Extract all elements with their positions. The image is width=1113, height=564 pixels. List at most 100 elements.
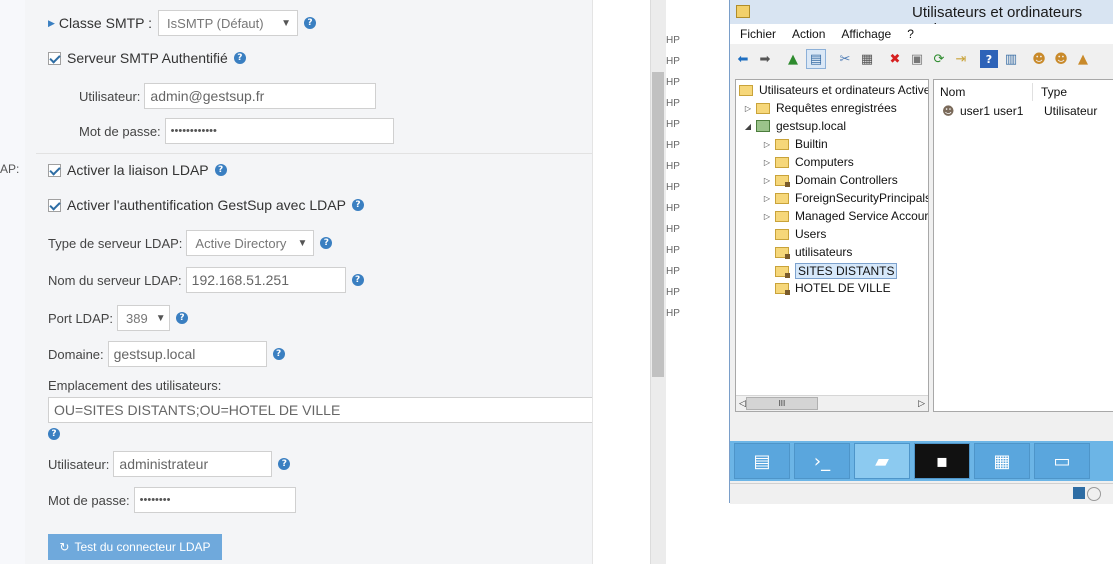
menu-action[interactable]: Action — [792, 27, 825, 41]
tree-item-computers[interactable]: ▷ Computers — [763, 155, 854, 169]
expand-icon[interactable]: ▷ — [744, 104, 752, 113]
ldap-type-select[interactable]: Active Directory ▼ — [186, 230, 315, 256]
properties-icon[interactable]: ▣ — [908, 50, 926, 68]
smtp-class-select[interactable]: IsSMTP (Défaut) ▼ — [158, 10, 299, 36]
menu-fichier[interactable]: Fichier — [740, 27, 776, 41]
ldap-domain-row: Domaine: gestsup.local ? — [48, 341, 285, 367]
menu-affichage[interactable]: Affichage — [841, 27, 891, 41]
tray-icon[interactable] — [1073, 487, 1085, 499]
ad-users-icon[interactable]: ▰ — [854, 443, 910, 479]
ldap-user-value: administrateur — [119, 456, 209, 472]
group-icon[interactable]: ▲ — [1074, 50, 1092, 68]
tree-hscroll-thumb[interactable]: III — [745, 397, 818, 410]
help-icon[interactable]: ? — [214, 164, 227, 176]
tree-hscrollbar[interactable]: ◁ III ▷ — [736, 395, 928, 411]
users-icon[interactable]: ☻ — [1052, 50, 1070, 68]
expand-icon[interactable]: ▷ — [763, 158, 771, 167]
back-icon[interactable]: ⬅ — [734, 50, 752, 68]
clipboard-icon[interactable]: ▦ — [858, 50, 876, 68]
refresh-icon[interactable]: ⟳ — [930, 50, 948, 68]
tree-item-managed-service-accounts[interactable]: ▷ Managed Service Accour — [763, 209, 928, 223]
app-icon — [736, 5, 750, 18]
tree-item-builtin[interactable]: ▷ Builtin — [763, 137, 828, 151]
page-scrollbar-thumb[interactable] — [652, 72, 664, 377]
scroll-right-icon[interactable]: ▷ — [918, 398, 925, 409]
network-icon[interactable]: ▭ — [1034, 443, 1090, 479]
up-folder-icon[interactable]: ▲ — [784, 50, 802, 68]
tree-root[interactable]: Utilisateurs et ordinateurs Active — [739, 83, 928, 97]
smtp-pass-input[interactable]: •••••••••••• — [164, 118, 394, 144]
menu-help[interactable]: ? — [907, 27, 914, 41]
expand-icon[interactable]: ▷ — [763, 140, 771, 149]
help-icon[interactable]: ? — [176, 312, 189, 324]
show-tree-icon[interactable]: ▤ — [806, 49, 826, 69]
column-header-type[interactable]: Type — [1041, 83, 1113, 101]
console-icon[interactable]: ▥ — [1002, 50, 1020, 68]
caret-right-icon: ▶ — [48, 17, 55, 28]
user-icon[interactable]: ☻ — [1030, 50, 1048, 68]
tree-item-label: Users — [795, 227, 827, 241]
help-icon[interactable]: ? — [351, 199, 364, 211]
delete-icon[interactable]: ✖ — [886, 50, 904, 68]
command-prompt-icon[interactable]: ▪ — [914, 443, 970, 479]
help-icon[interactable]: ? — [278, 458, 291, 470]
ldap-port-select[interactable]: 389 ▼ — [117, 305, 171, 331]
tree-item-domain-controllers[interactable]: ▷ Domain Controllers — [763, 173, 898, 187]
help-icon[interactable]: ? — [272, 348, 285, 360]
list-row[interactable]: ☻ user1 user1 Utilisateur — [942, 104, 1113, 118]
ou-folder-icon — [775, 246, 790, 259]
control-panel-icon[interactable]: ▦ — [974, 443, 1030, 479]
list-pane: Nom Type ☻ user1 user1 Utilisateur — [933, 79, 1113, 412]
window-titlebar[interactable]: Utilisateurs et ordinateurs Activ — [730, 0, 1113, 38]
ldap-pass-input[interactable]: •••••••• — [133, 487, 296, 513]
folder-icon — [775, 228, 789, 240]
scroll-left-icon[interactable]: ◁ — [739, 398, 746, 409]
ldap-server-row: Nom du serveur LDAP: 192.168.51.251 ? — [48, 267, 364, 293]
smtp-user-input[interactable]: admin@gestsup.fr — [144, 83, 377, 109]
ldap-server-input[interactable]: 192.168.51.251 — [185, 267, 346, 293]
cut-icon[interactable]: ✂ — [836, 50, 854, 68]
hp-label: HP — [666, 119, 680, 130]
expand-icon[interactable]: ▷ — [763, 194, 771, 203]
tree-item-label: Builtin — [795, 137, 828, 151]
tree-item-users[interactable]: Users — [775, 227, 826, 241]
scroll-thumb-grip: III — [778, 399, 786, 408]
tree-item-label: utilisateurs — [795, 245, 853, 259]
ldap-auth-checkbox[interactable] — [48, 198, 61, 212]
collapse-icon[interactable]: ◢ — [744, 122, 752, 131]
ldap-domain-input[interactable]: gestsup.local — [107, 341, 267, 367]
expand-icon[interactable]: ▷ — [763, 176, 771, 185]
ldap-location-input[interactable]: OU=SITES DISTANTS;OU=HOTEL DE VILLE — [48, 397, 627, 423]
forward-icon[interactable]: ➡ — [756, 50, 774, 68]
help-icon[interactable]: ? — [233, 52, 246, 64]
ldap-port-label: Port LDAP: — [48, 310, 114, 326]
ou-folder-icon — [775, 265, 790, 278]
tree-domain[interactable]: ◢ gestsup.local — [744, 119, 846, 133]
column-header-nom[interactable]: Nom — [940, 83, 1033, 101]
ldap-user-input[interactable]: administrateur — [113, 451, 273, 477]
tree-item-foreign-security-principals[interactable]: ▷ ForeignSecurityPrincipals — [763, 191, 928, 205]
smtp-pass-label: Mot de passe: — [79, 123, 161, 139]
ldap-port-row: Port LDAP: 389 ▼ ? — [48, 305, 189, 331]
folder-icon — [775, 156, 789, 168]
smtp-auth-checkbox[interactable] — [48, 51, 61, 65]
help-icon[interactable]: ? — [320, 237, 333, 249]
help-icon[interactable]: ? — [304, 17, 317, 29]
smtp-user-label: Utilisateur: — [79, 88, 141, 104]
powershell-icon[interactable]: ›_ — [794, 443, 850, 479]
help-icon[interactable]: ? — [48, 428, 60, 440]
ldap-enable-checkbox[interactable] — [48, 163, 61, 177]
help-icon[interactable]: ? — [980, 50, 998, 68]
server-manager-icon[interactable]: ▤ — [734, 443, 790, 479]
folder-icon — [775, 192, 789, 204]
expand-icon[interactable]: ▷ — [763, 212, 771, 221]
tree-item-hotel-de-ville[interactable]: HOTEL DE VILLE — [775, 281, 891, 295]
test-ldap-button[interactable]: ↻ Test du connecteur LDAP — [48, 534, 222, 560]
menu-bar: Fichier Action Affichage ? — [730, 24, 1113, 44]
export-icon[interactable]: ⇥ — [952, 50, 970, 68]
smtp-auth-label: Serveur SMTP Authentifié — [67, 50, 228, 66]
help-icon[interactable]: ? — [351, 274, 364, 286]
tree-item-sites-distants[interactable]: SITES DISTANTS — [775, 263, 898, 279]
tree-saved-queries[interactable]: ▷ Requêtes enregistrées — [744, 101, 897, 115]
tree-item-utilisateurs[interactable]: utilisateurs — [775, 245, 852, 259]
